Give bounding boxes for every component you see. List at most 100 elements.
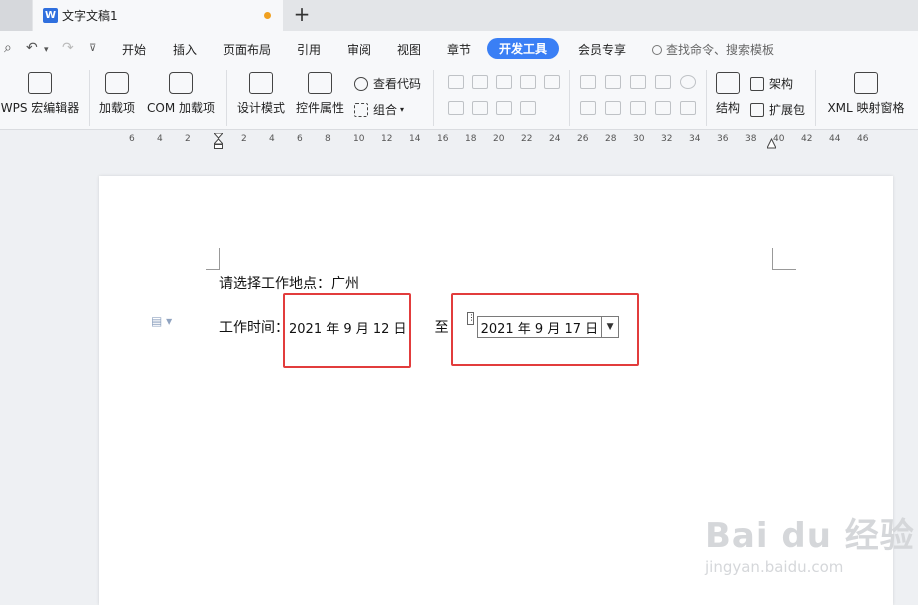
- macro-editor-icon: [28, 72, 52, 94]
- location-line: 请选择工作地点：广州: [219, 276, 359, 292]
- menu-member[interactable]: 会员专享: [578, 41, 626, 58]
- dropdown-list-control-icon[interactable]: [472, 101, 488, 115]
- wps-macro-editor-button[interactable]: WPS 宏编辑器: [0, 72, 80, 116]
- work-time-label: 工作时间：: [219, 320, 289, 336]
- ruler-tick: 12: [381, 134, 393, 144]
- menu-chapter[interactable]: 章节: [447, 41, 471, 58]
- ribbon-divider: [89, 70, 90, 126]
- view-code-icon: [354, 76, 368, 91]
- com-addins-label: COM 加载项: [147, 101, 215, 115]
- menu-view[interactable]: 视图: [397, 41, 421, 58]
- print-preview-icon[interactable]: ⌕: [4, 40, 12, 56]
- ruler-tick: 20: [493, 134, 505, 144]
- ruler-tick: 44: [829, 134, 841, 144]
- ruler-tick: 4: [157, 134, 163, 144]
- control-properties-button[interactable]: 控件属性: [294, 72, 346, 116]
- ruler-tick: 28: [605, 134, 617, 144]
- design-mode-icon: [249, 72, 273, 94]
- group-button[interactable]: 组合 ▾: [354, 101, 404, 118]
- checkbox-control-icon[interactable]: [544, 75, 560, 89]
- date-picker-control-icon[interactable]: [496, 101, 512, 115]
- right-indent-marker[interactable]: [767, 137, 776, 153]
- legacy-image-icon[interactable]: [680, 101, 696, 115]
- ribbon-divider: [706, 70, 707, 126]
- legacy-scrollbar-icon[interactable]: [655, 75, 671, 89]
- ruler-tick: 14: [409, 134, 421, 144]
- legacy-radio-icon[interactable]: [680, 75, 696, 89]
- structure-button[interactable]: 结构: [712, 72, 744, 116]
- ruler-tick: 34: [689, 134, 701, 144]
- ruler-tick: 10: [353, 134, 365, 144]
- menu-references[interactable]: 引用: [297, 41, 321, 58]
- new-tab-button[interactable]: +: [291, 4, 313, 26]
- margin-corner-mark: [772, 248, 796, 270]
- tab-bar: W 文字文稿1 +: [0, 0, 918, 31]
- group-dropdown-icon: ▾: [400, 105, 405, 114]
- combo-box-control-icon[interactable]: [448, 101, 464, 115]
- picture-control-icon[interactable]: [496, 75, 512, 89]
- tab-strip-left: [0, 0, 32, 31]
- highlight-box-end-date: [451, 293, 639, 366]
- group-icon: [354, 102, 368, 117]
- expansion-pack-icon: [750, 102, 764, 117]
- horizontal-ruler[interactable]: 6 4 2 2 4 6 8 10 12 14 16 18 20 22 24 26 28 30 32 34 36 38 40 4…: [0, 131, 918, 151]
- legacy-label-icon[interactable]: [580, 101, 596, 115]
- first-line-indent-marker[interactable]: [214, 133, 223, 149]
- com-addins-button[interactable]: COM 加载项: [144, 72, 218, 116]
- ruler-tick: 22: [521, 134, 533, 144]
- repeating-section-control-icon[interactable]: [520, 101, 536, 115]
- customize-toolbar-icon[interactable]: ⊽: [89, 43, 96, 54]
- paragraph-layout-icon[interactable]: ▤ ▾: [151, 314, 172, 328]
- legacy-listbox-icon[interactable]: [630, 75, 646, 89]
- menu-review[interactable]: 审阅: [347, 41, 371, 58]
- legacy-textbox-icon[interactable]: [605, 101, 621, 115]
- ribbon-divider: [433, 70, 434, 126]
- legacy-combobox-icon[interactable]: [630, 101, 646, 115]
- design-mode-button[interactable]: 设计模式: [235, 72, 287, 116]
- ruler-tick: 4: [269, 134, 275, 144]
- ruler-tick: 38: [745, 134, 757, 144]
- document-tab[interactable]: W 文字文稿1: [33, 0, 283, 31]
- ruler-tick: 2: [185, 134, 191, 144]
- xml-mapping-label: XML 映射窗格: [827, 101, 905, 115]
- view-code-button[interactable]: 查看代码: [354, 75, 421, 92]
- ruler-tick: 2: [241, 134, 247, 144]
- command-search-placeholder: 查找命令、搜索模板: [666, 43, 775, 57]
- schema-label: 架构: [769, 77, 794, 91]
- plain-text-control-icon[interactable]: [448, 75, 464, 89]
- menu-home[interactable]: 开始: [122, 41, 146, 58]
- highlight-box-start-date: [283, 293, 411, 368]
- ribbon-divider: [569, 70, 570, 126]
- ribbon-divider: [815, 70, 816, 126]
- cube-icon: [105, 72, 129, 94]
- building-block-control-icon[interactable]: [520, 75, 536, 89]
- addins-button[interactable]: 加载项: [96, 72, 138, 116]
- menu-insert[interactable]: 插入: [173, 41, 197, 58]
- schema-button[interactable]: 架构: [750, 75, 793, 92]
- ruler-tick: 32: [661, 134, 673, 144]
- xml-mapping-pane-button[interactable]: XML 映射窗格: [823, 72, 909, 116]
- command-search[interactable]: 查找命令、搜索模板: [652, 41, 774, 58]
- view-code-label: 查看代码: [373, 77, 422, 91]
- macro-editor-label: WPS 宏编辑器: [0, 101, 80, 115]
- menu-developer-tools[interactable]: 开发工具: [487, 38, 560, 59]
- ruler-tick: 8: [325, 134, 331, 144]
- legacy-checkbox-icon[interactable]: [605, 75, 621, 89]
- to-label: 至: [434, 320, 449, 336]
- undo-dropdown-icon[interactable]: ▾: [44, 45, 49, 55]
- legacy-button-icon[interactable]: [580, 75, 596, 89]
- undo-icon[interactable]: ↶: [26, 40, 38, 56]
- ruler-tick: 24: [549, 134, 561, 144]
- legacy-spin-icon[interactable]: [655, 101, 671, 115]
- wps-writer-icon: W: [43, 8, 58, 23]
- redo-icon[interactable]: ↷: [62, 40, 74, 56]
- watermark-logo: Bai du 经验: [705, 516, 915, 556]
- ribbon: WPS 宏编辑器 加载项 COM 加载项 设计模式 控件属性 查看代码 组合▾: [0, 66, 918, 130]
- ruler-tick: 36: [717, 134, 729, 144]
- expansion-pack-button[interactable]: 扩展包: [750, 101, 805, 118]
- menu-page-layout[interactable]: 页面布局: [223, 41, 271, 58]
- menu-bar: ⌕ ↶ ▾ ↷ ⊽ 开始 插入 页面布局 引用 审阅 视图 章节 开发工具 会员…: [0, 31, 918, 66]
- ruler-tick: 16: [437, 134, 449, 144]
- rich-text-control-icon[interactable]: [472, 75, 488, 89]
- ruler-tick: 26: [577, 134, 589, 144]
